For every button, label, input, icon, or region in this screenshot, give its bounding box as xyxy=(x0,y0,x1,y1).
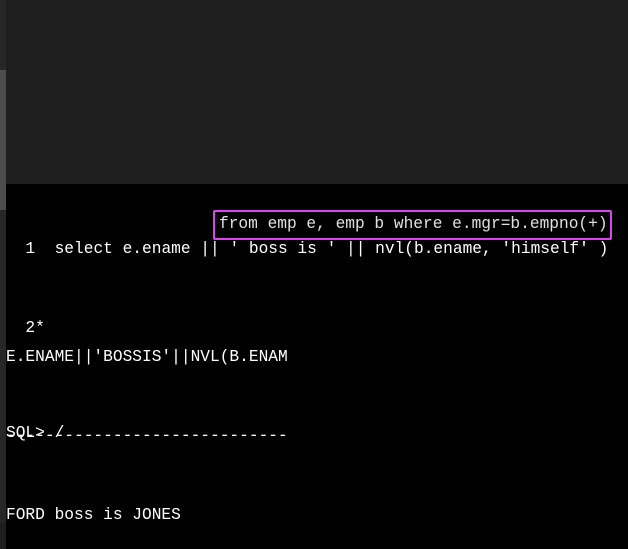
result-column-header: E.ENAME||'BOSSIS'||NVL(B.ENAM xyxy=(6,344,288,370)
highlighted-code-box: from emp e, emp b where e.mgr=b.empno(+) xyxy=(213,210,612,240)
query-results-block: E.ENAME||'BOSSIS'||NVL(B.ENAM ----------… xyxy=(6,292,288,549)
result-row: FORD boss is JONES xyxy=(6,502,288,528)
code-line-1: 1 select e.ename || ' boss is ' || nvl(b… xyxy=(6,236,608,262)
sql-code: select e.ename || ' boss is ' || nvl(b.e… xyxy=(35,240,608,258)
highlighted-code: from emp e, emp b where e.mgr=b.empno(+) xyxy=(219,215,608,233)
result-divider: ----------------------------- xyxy=(6,423,288,449)
line-number: 1 xyxy=(6,240,35,258)
terminal-output: 1 select e.ename || ' boss is ' || nvl(b… xyxy=(6,184,628,549)
